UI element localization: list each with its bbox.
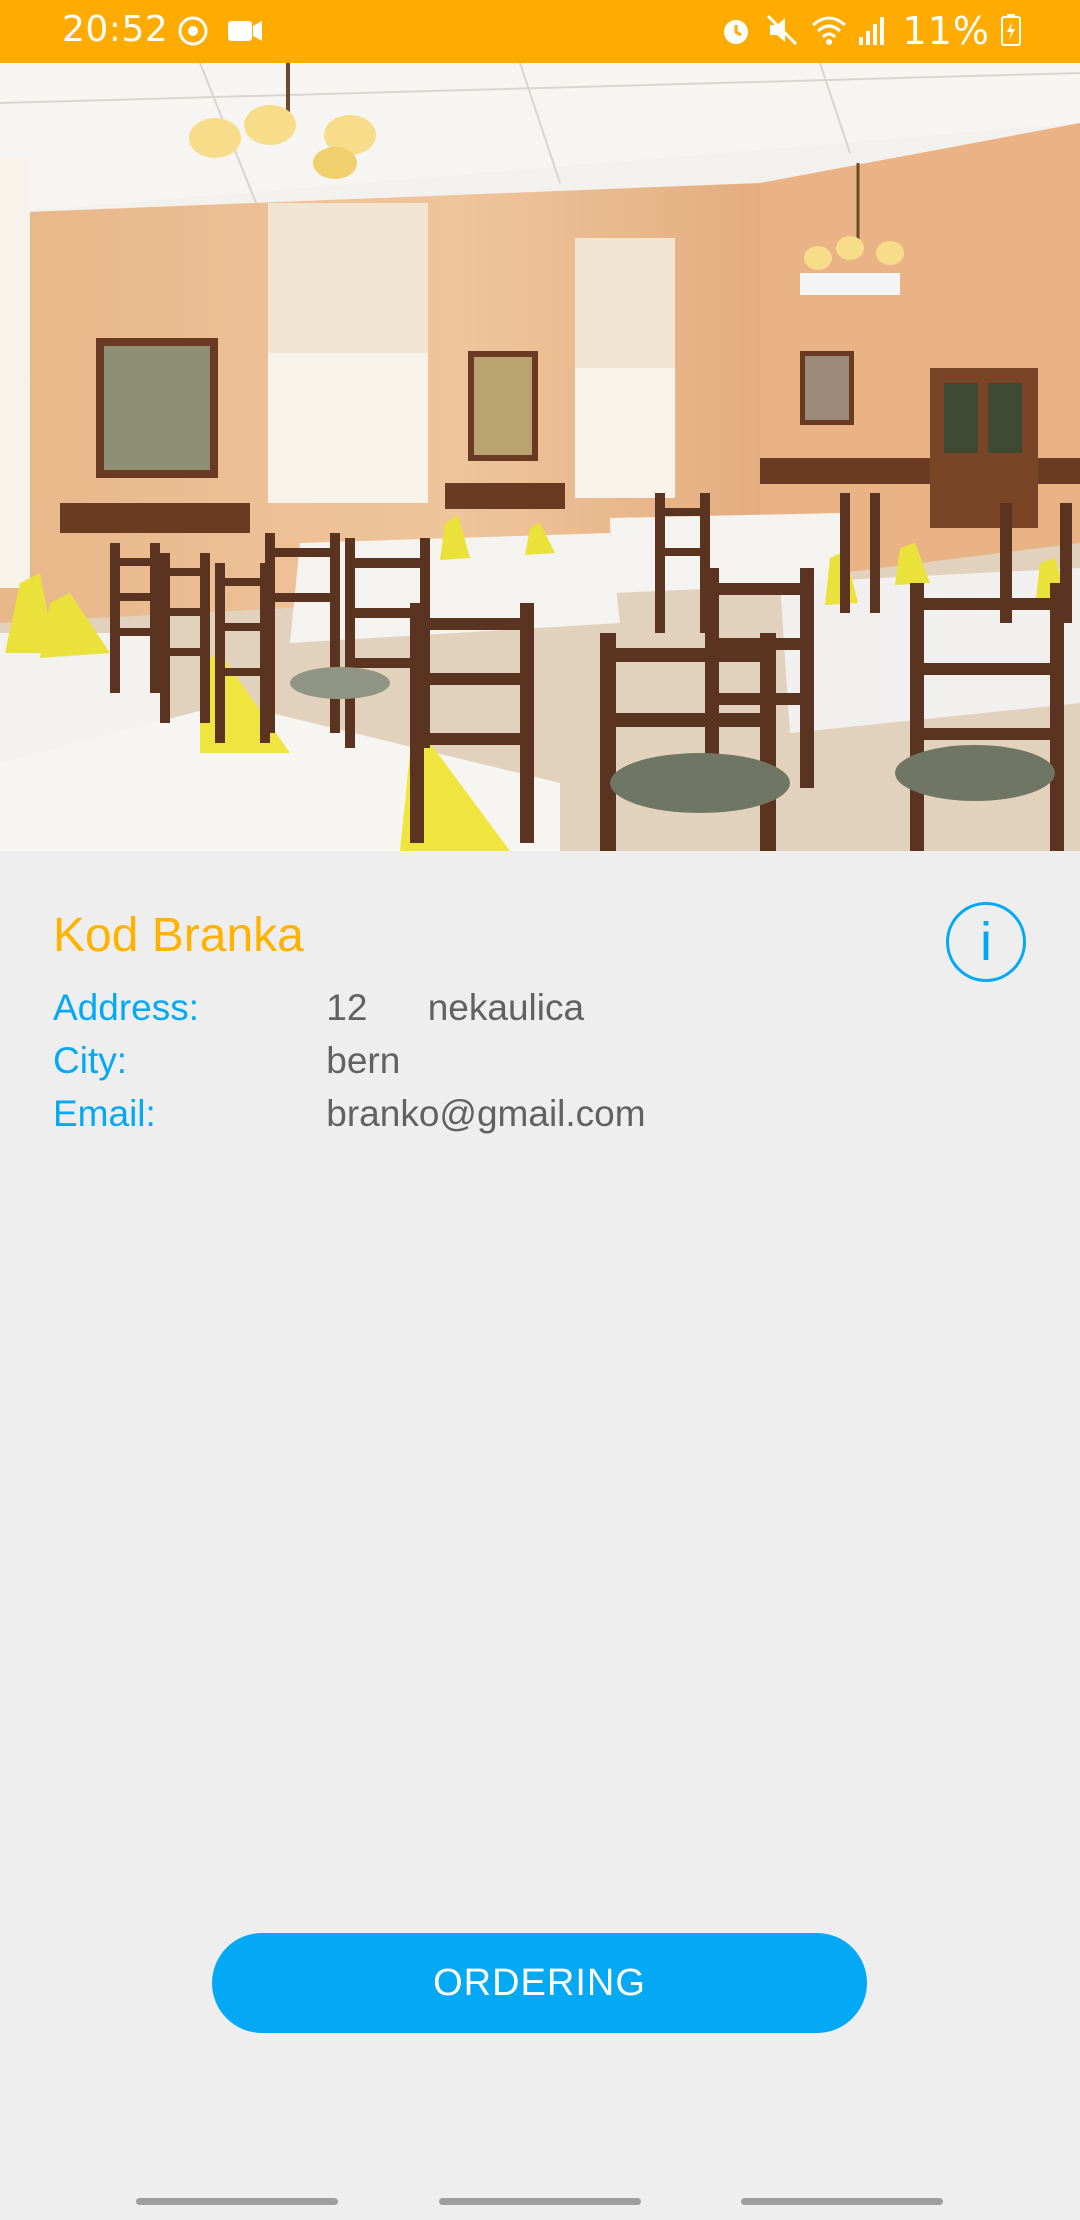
restaurant-name: Kod Branka — [53, 909, 304, 962]
city-label: City: — [53, 1040, 127, 1081]
sync-icon — [176, 14, 212, 50]
address-value: nekaulica — [427, 987, 585, 1028]
address-label: Address: — [53, 987, 200, 1028]
battery-percent: 11% — [902, 9, 990, 53]
info-button[interactable]: i — [946, 902, 1026, 982]
email-value: branko@gmail.com — [326, 1093, 646, 1134]
city-value: bern — [326, 1040, 401, 1081]
signal-icon — [857, 13, 893, 49]
address-row: Address: 12 nekaulica — [53, 987, 584, 1029]
wifi-icon — [811, 13, 847, 49]
status-bar: 20:52 11% — [0, 0, 1080, 63]
nav-back-button[interactable] — [741, 2198, 943, 2205]
status-time: 20:52 — [62, 9, 169, 50]
address-number: 12 — [326, 987, 368, 1028]
nav-home-button[interactable] — [439, 2198, 641, 2205]
info-icon: i — [980, 912, 992, 972]
city-row: City: bern — [53, 1040, 400, 1082]
alarm-icon — [719, 13, 755, 49]
navigation-bar — [0, 2170, 1080, 2220]
video-icon — [226, 14, 262, 50]
restaurant-photo — [0, 63, 1080, 851]
nav-recents-button[interactable] — [136, 2198, 338, 2205]
email-row: Email: branko@gmail.com — [53, 1093, 646, 1135]
battery-icon — [1000, 13, 1022, 49]
mute-icon — [765, 13, 801, 49]
ordering-button[interactable]: ORDERING — [212, 1933, 867, 2033]
email-label: Email: — [53, 1093, 156, 1134]
